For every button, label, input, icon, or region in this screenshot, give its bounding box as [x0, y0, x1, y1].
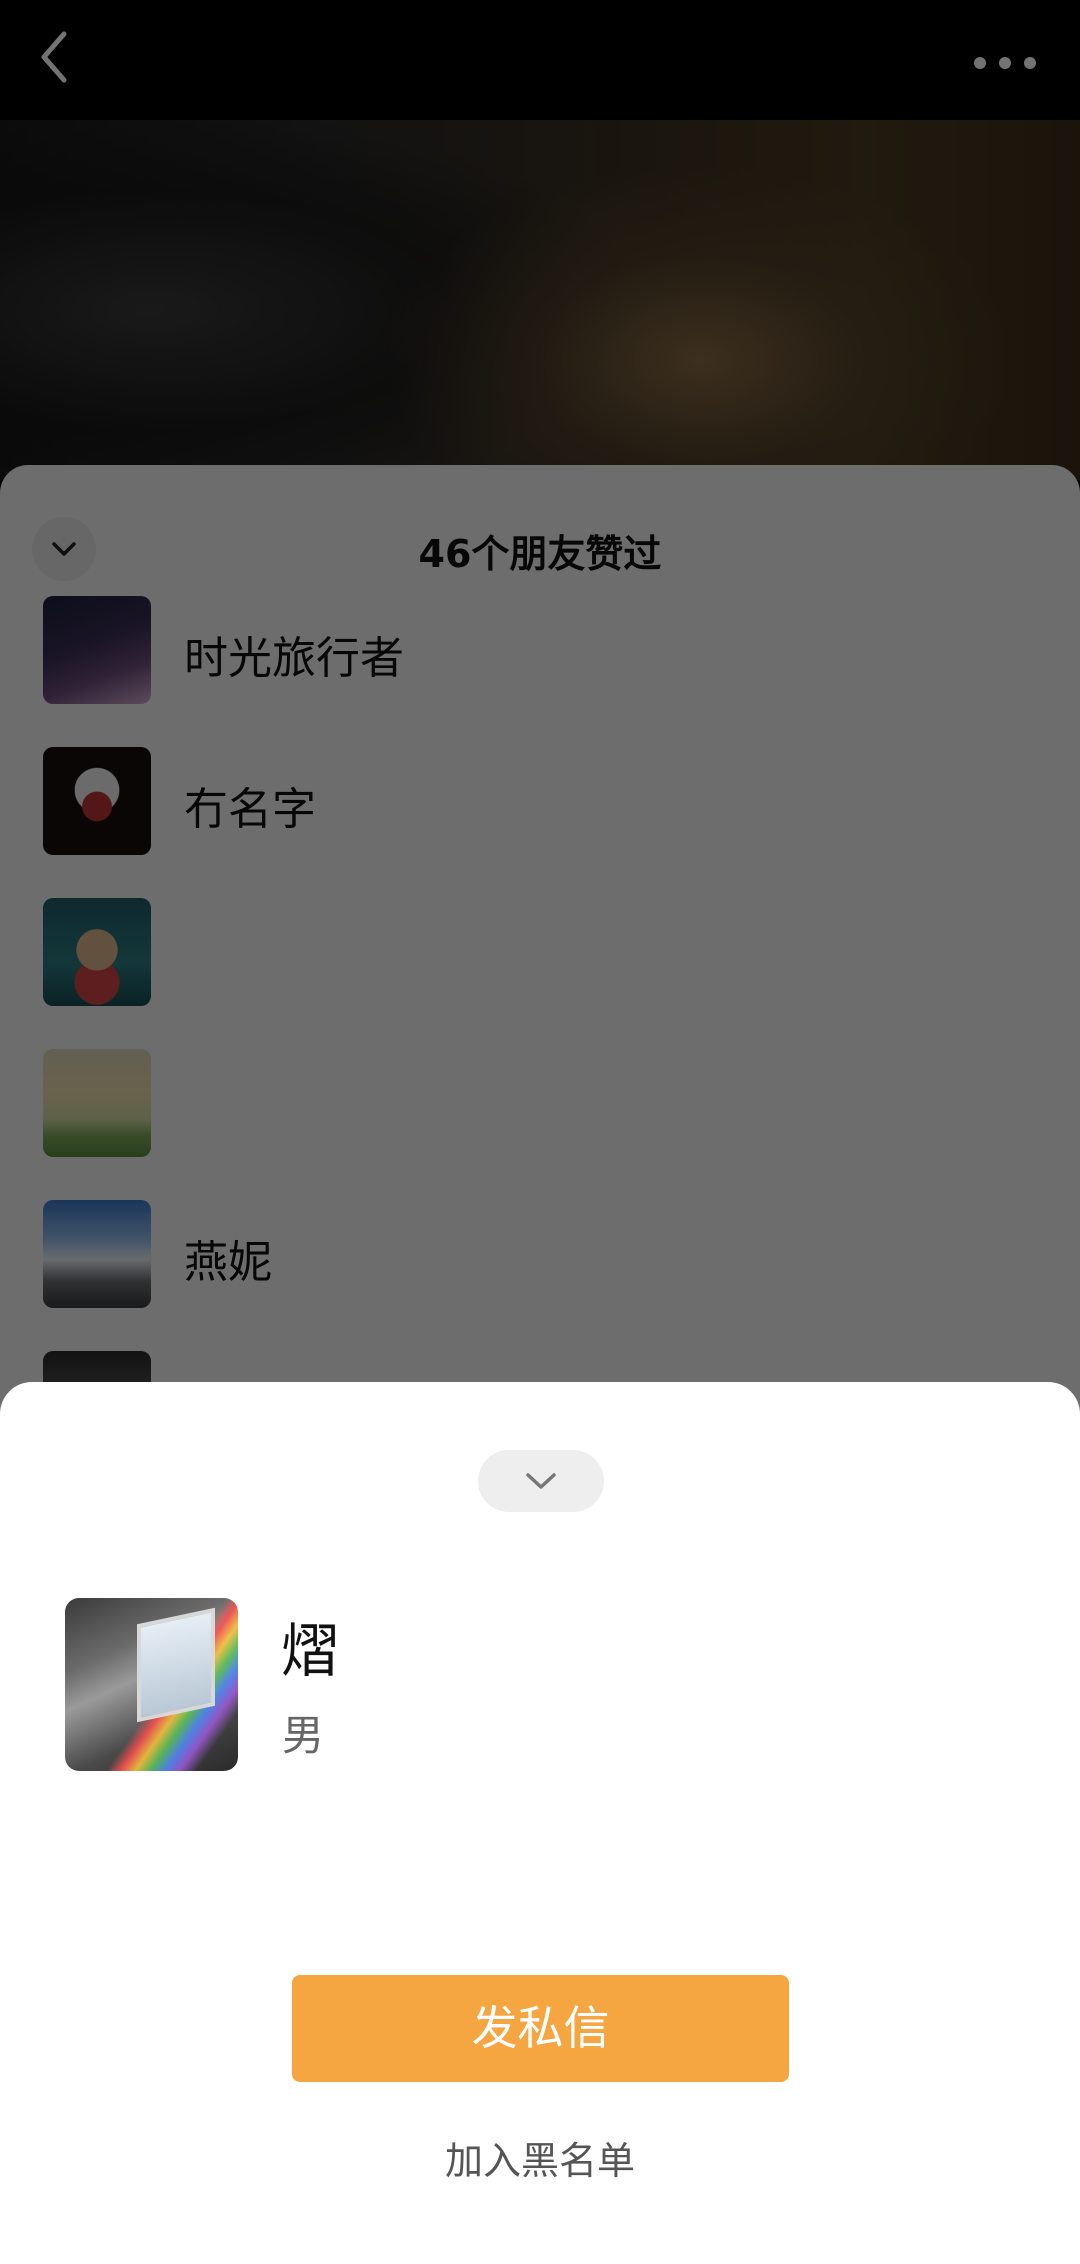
avatar[interactable]: [43, 747, 151, 855]
chevron-left-icon: [41, 31, 67, 83]
send-message-button[interactable]: 发私信: [292, 1975, 789, 2082]
avatar[interactable]: [43, 596, 151, 704]
profile-sheet: 熠 男 发私信 加入黑名单: [0, 1382, 1080, 2264]
more-button[interactable]: [970, 48, 1040, 78]
list-item[interactable]: [0, 878, 1080, 1029]
chevron-down-icon: [526, 1473, 556, 1489]
more-dots-icon: [974, 57, 1036, 69]
list-item[interactable]: 冇名字: [0, 727, 1080, 878]
profile-avatar[interactable]: [65, 1598, 238, 1771]
likes-list[interactable]: 时光旅行者 冇名字 燕妮: [0, 596, 1080, 1482]
sheet-collapse-button[interactable]: [478, 1450, 604, 1512]
user-name: 时光旅行者: [184, 633, 404, 684]
user-name: 冇名字: [184, 784, 316, 835]
user-name: 燕妮: [184, 1237, 272, 1288]
video-background: [0, 120, 1080, 480]
profile-gender: 男: [282, 1711, 325, 1760]
list-item[interactable]: 燕妮: [0, 1180, 1080, 1331]
avatar-image-detail: [137, 1607, 215, 1723]
list-item[interactable]: 时光旅行者: [0, 576, 1080, 727]
screen: 46个朋友赞过 时光旅行者 冇名字 燕妮 熠 男 发私信 加入黑名单: [0, 0, 1080, 2264]
back-button[interactable]: [30, 22, 80, 92]
likes-title: 46个朋友赞过: [418, 532, 662, 576]
avatar[interactable]: [43, 898, 151, 1006]
avatar[interactable]: [43, 1200, 151, 1308]
profile-name: 熠: [281, 1617, 340, 1685]
top-bar: [0, 0, 1080, 120]
avatar[interactable]: [43, 1049, 151, 1157]
add-to-blacklist-link[interactable]: 加入黑名单: [0, 2130, 1080, 2185]
list-item[interactable]: [0, 1029, 1080, 1180]
